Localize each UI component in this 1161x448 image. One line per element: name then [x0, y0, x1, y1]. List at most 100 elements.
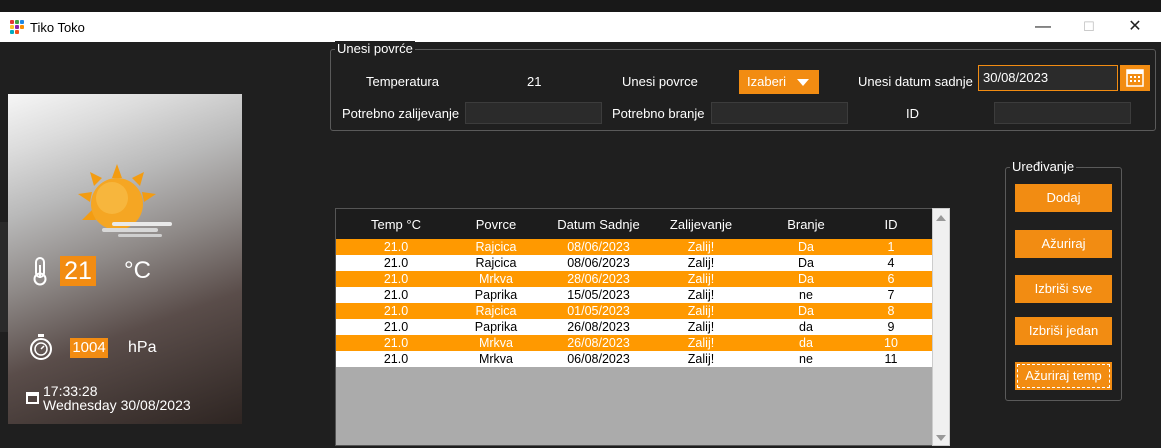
table-row[interactable]: 21.0 Paprika 15/05/2023 Zalij! ne 7 — [336, 287, 932, 303]
table-cell: Paprika — [474, 320, 518, 334]
table-cell: 21.0 — [383, 320, 409, 334]
table-cell: Da — [798, 272, 814, 286]
table-cell: 4 — [887, 256, 895, 270]
table-cell: da — [799, 336, 813, 350]
table-cell: ne — [799, 288, 813, 302]
table-cell: Zalij! — [687, 304, 715, 318]
close-button[interactable]: ✕ — [1112, 12, 1158, 42]
top-strip — [0, 0, 1161, 12]
app-icon — [10, 20, 24, 34]
table-cell: 08/06/2023 — [567, 256, 630, 270]
window-title: Tiko Toko — [30, 20, 85, 35]
calendar-icon — [1126, 69, 1144, 87]
table-row[interactable]: 21.0 Mrkva 06/08/2023 Zalij! ne 11 — [336, 351, 932, 367]
table-cell: Zalij! — [687, 352, 715, 366]
delete-all-button[interactable]: Izbriši sve — [1015, 275, 1112, 303]
table-cell: Zalij! — [687, 320, 715, 334]
update-button[interactable]: Ažuriraj — [1015, 230, 1112, 258]
table-cell: 15/05/2023 — [567, 288, 630, 302]
table-row[interactable]: 21.0 Paprika 26/08/2023 Zalij! da 9 — [336, 319, 932, 335]
table-row[interactable]: 21.0 Rajcica 08/06/2023 Zalij! Da 1 — [336, 239, 932, 255]
table-cell: Zalij! — [687, 336, 715, 350]
table-cell: 11 — [884, 352, 898, 366]
stopwatch-icon — [30, 334, 52, 360]
vegetable-table[interactable]: Temp °C Povrce Datum Sadnje Zalijevanje … — [335, 208, 933, 446]
thermometer-icon — [33, 257, 47, 286]
table-row[interactable]: 21.0 Mrkva 28/06/2023 Zalij! Da 6 — [336, 271, 932, 287]
update-temp-button[interactable]: Ažuriraj temp — [1015, 362, 1112, 390]
temperature-label: Temperatura — [366, 74, 439, 89]
table-cell: Rajcica — [475, 304, 517, 318]
main-window: 21 °C 1004 hPa 17:33:28 Wednesday 30/08/… — [0, 41, 1161, 448]
pressure-value: 1004 — [70, 338, 108, 358]
column-temp[interactable]: Temp °C — [356, 217, 436, 232]
maximize-button[interactable]: ☐ — [1066, 12, 1112, 42]
table-cell: 10 — [884, 336, 898, 350]
table-cell: Zalij! — [687, 256, 715, 270]
table-cell: Rajcica — [475, 240, 517, 254]
table-cell: Zalij! — [687, 272, 715, 286]
table-cell: 7 — [887, 288, 895, 302]
watering-field[interactable] — [465, 102, 602, 124]
table-cell: 21.0 — [383, 288, 409, 302]
table-cell: Mrkva — [478, 336, 514, 350]
table-scrollbar[interactable] — [932, 208, 950, 446]
pressure-unit: hPa — [128, 339, 157, 356]
scroll-down-icon[interactable] — [936, 435, 946, 441]
table-cell: Zalij! — [687, 288, 715, 302]
table-cell: Mrkva — [478, 352, 514, 366]
harvest-label: Potrebno branje — [612, 106, 705, 121]
planting-date-label: Unesi datum sadnje — [858, 74, 973, 89]
table-cell: Rajcica — [475, 256, 517, 270]
chevron-down-icon — [797, 79, 809, 86]
table-cell: 21.0 — [383, 256, 409, 270]
table-cell: 08/06/2023 — [567, 240, 630, 254]
vegetable-dropdown-value: Izaberi — [747, 74, 787, 89]
harvest-field[interactable] — [711, 102, 848, 124]
table-header: Temp °C Povrce Datum Sadnje Zalijevanje … — [336, 209, 932, 239]
vegetable-label: Unesi povrce — [622, 74, 698, 89]
time-label: 17:33:28 — [43, 383, 98, 399]
table-cell: Zalij! — [687, 240, 715, 254]
table-cell: 1 — [887, 240, 895, 254]
table-cell: 21.0 — [383, 352, 409, 366]
date-picker-button[interactable] — [1120, 65, 1150, 91]
temperature-value: 21 — [60, 256, 96, 286]
table-row[interactable]: 21.0 Rajcica 01/05/2023 Zalij! Da 8 — [336, 303, 932, 319]
column-vegetable[interactable]: Povrce — [461, 217, 531, 232]
date-label: Wednesday 30/08/2023 — [43, 397, 191, 413]
table-cell: 06/08/2023 — [567, 352, 630, 366]
table-cell: Da — [798, 240, 814, 254]
table-cell: ne — [799, 352, 813, 366]
editing-group-legend: Uređivanje — [1010, 159, 1077, 175]
delete-one-button[interactable]: Izbriši jedan — [1015, 317, 1112, 345]
id-field[interactable] — [994, 102, 1131, 124]
table-cell: 8 — [887, 304, 895, 318]
table-cell: 21.0 — [383, 304, 409, 318]
minimize-button[interactable]: — — [1020, 12, 1066, 42]
scroll-up-icon[interactable] — [936, 215, 946, 221]
planting-date-field[interactable]: 30/08/2023 — [978, 65, 1118, 91]
table-cell: 9 — [887, 320, 895, 334]
column-planting-date[interactable]: Datum Sadnje — [546, 217, 651, 232]
weather-panel: 21 °C 1004 hPa 17:33:28 Wednesday 30/08/… — [8, 94, 242, 424]
planting-date-value: 30/08/2023 — [983, 70, 1049, 85]
vegetable-dropdown[interactable]: Izaberi — [739, 70, 819, 94]
column-harvest[interactable]: Branje — [766, 217, 846, 232]
sun-cloud-icon — [78, 164, 172, 237]
table-cell: 6 — [887, 272, 895, 286]
add-button[interactable]: Dodaj — [1015, 184, 1112, 212]
table-row[interactable]: 21.0 Mrkva 26/08/2023 Zalij! da 10 — [336, 335, 932, 351]
temperature-unit: °C — [124, 257, 151, 284]
table-cell: Da — [798, 304, 814, 318]
table-row[interactable]: 21.0 Rajcica 08/06/2023 Zalij! Da 4 — [336, 255, 932, 271]
column-watering[interactable]: Zalijevanje — [651, 217, 751, 232]
title-bar: Tiko Toko — ☐ ✕ — [0, 12, 1161, 42]
table-cell: Mrkva — [478, 272, 514, 286]
watering-label: Potrebno zalijevanje — [342, 106, 460, 121]
column-id[interactable]: ID — [856, 217, 926, 232]
temperature-field: 21 — [527, 74, 542, 89]
side-tab — [0, 222, 8, 332]
table-cell: 01/05/2023 — [567, 304, 630, 318]
table-cell: 26/08/2023 — [567, 320, 630, 334]
